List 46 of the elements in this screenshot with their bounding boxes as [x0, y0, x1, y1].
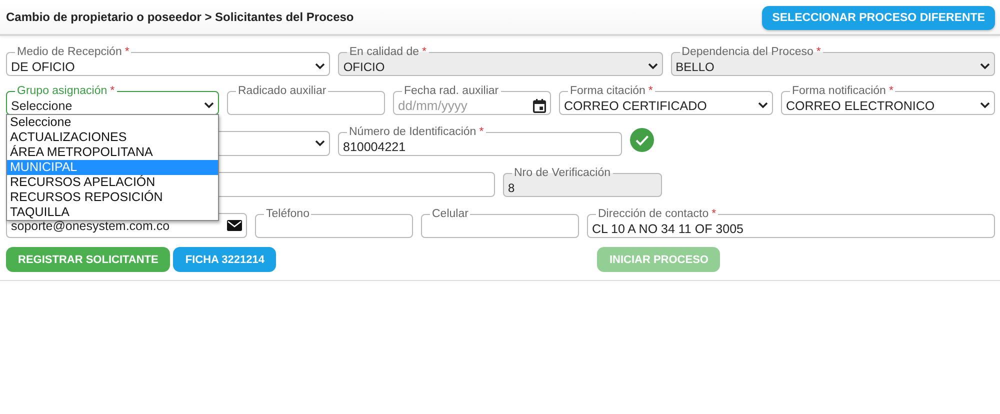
select-field[interactable]: Grupo asignación * Seleccione [6, 85, 219, 115]
dropdown-option[interactable]: Seleccione [7, 115, 218, 130]
date-field[interactable]: Fecha rad. auxiliar dd/mm/yyyy [393, 85, 551, 115]
input-field[interactable]: Dirección de contacto * CL 10 A NO 34 11 OF 3005 [587, 208, 995, 238]
chevron-icon [315, 63, 326, 70]
chevron-icon [980, 63, 990, 70]
required-asterisk: * [124, 46, 130, 58]
field-label: Medio de Recepción * [16, 46, 130, 58]
field-label: Número de Identificación * [348, 126, 485, 138]
select-field[interactable]: Forma notificación * CORREO ELECTRONICO [781, 85, 995, 115]
chevron-icon [204, 102, 214, 109]
field-label: En calidad de * [348, 46, 428, 58]
chevron-icon [758, 102, 768, 109]
required-asterisk: * [110, 85, 115, 97]
select-field[interactable]: Forma citación * CORREO CERTIFICADO [559, 85, 773, 115]
input-field[interactable]: Teléfono [255, 208, 413, 238]
input-field[interactable]: Celular [421, 208, 579, 238]
field-label: Dirección de contacto * [597, 208, 718, 220]
envelope-icon [227, 220, 242, 231]
dropdown-option[interactable]: ÁREA METROPOLITANA [7, 145, 218, 160]
dropdown-option[interactable]: ACTUALIZACIONES [7, 130, 218, 145]
chevron-icon [980, 102, 990, 109]
input-field[interactable]: Radicado auxiliar [227, 85, 385, 115]
required-asterisk: * [816, 46, 821, 58]
dropdown-option[interactable]: RECURSOS APELACIÓN [7, 175, 218, 190]
required-asterisk: * [888, 85, 894, 97]
dropdown-option[interactable]: RECURSOS REPOSICIÓN [7, 190, 218, 205]
required-asterisk: * [479, 126, 484, 138]
field-label: Celular [431, 208, 470, 220]
field-label: Fecha rad. auxiliar [403, 85, 500, 97]
field-label: Nro de Verificación [513, 167, 612, 179]
field-label: Teléfono [265, 208, 310, 220]
select-field[interactable]: Medio de Recepción * DE OFICIO [6, 46, 330, 76]
field-label: Radicado auxiliar [237, 85, 328, 97]
required-asterisk: * [648, 85, 653, 97]
chevron-icon [315, 140, 325, 147]
required-asterisk: * [712, 208, 716, 220]
calendar-icon[interactable] [533, 98, 546, 112]
field-label: Dependencia del Proceso * [680, 46, 822, 58]
input-field[interactable]: Número de Identificación * 810004221 [338, 126, 622, 156]
field-label: Grupo asignación * [16, 85, 116, 97]
breadcrumb: Cambio de propietario o poseedor > Solicitantes del Proceso [6, 10, 354, 24]
required-asterisk: * [422, 46, 427, 58]
field-label: Forma notificación * [791, 85, 894, 97]
chevron-icon [648, 63, 658, 70]
field-label: Forma citación * [569, 85, 654, 97]
